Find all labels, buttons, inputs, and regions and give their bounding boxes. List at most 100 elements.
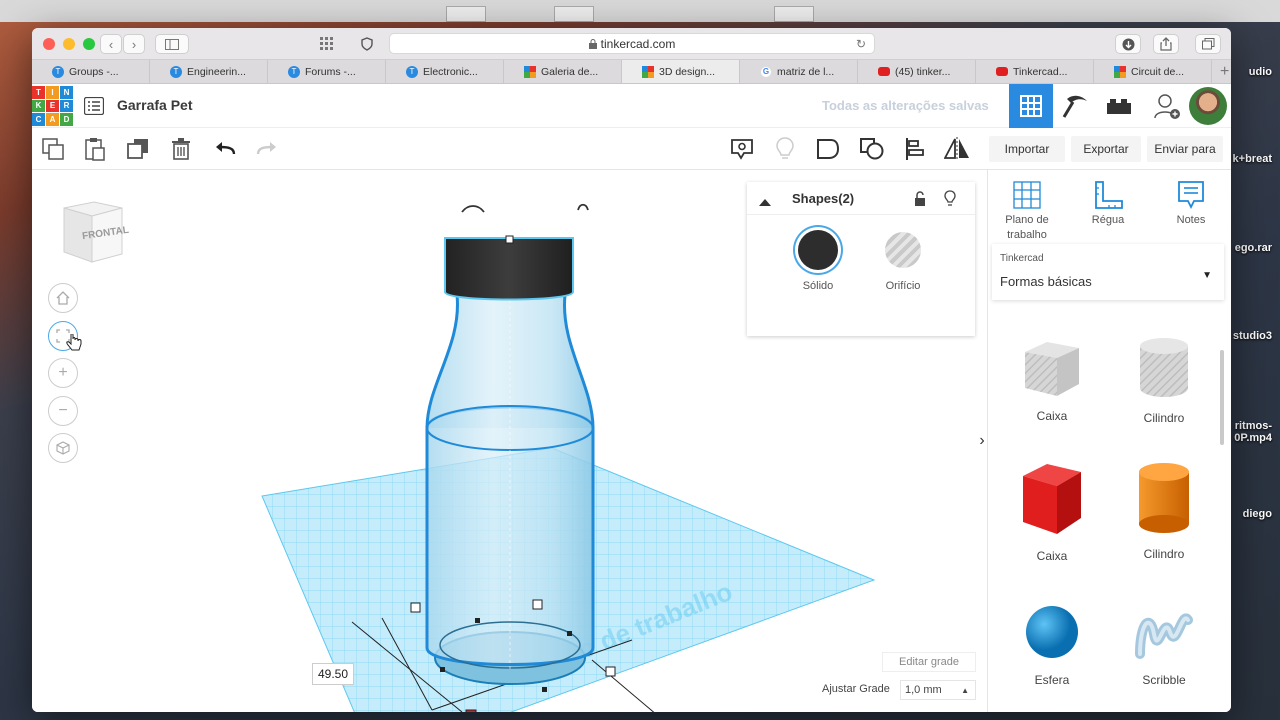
shape-scribble[interactable]: Scribble	[1114, 604, 1214, 687]
grid-icon	[524, 65, 536, 78]
desktop-file-label[interactable]: udio	[1249, 66, 1272, 78]
solid-swatch[interactable]	[798, 230, 838, 270]
tab-label: 3D design...	[659, 65, 716, 78]
bricks-view-button[interactable]	[1097, 84, 1141, 128]
close-window-button[interactable]	[43, 38, 55, 50]
desktop-file-label[interactable]: ritmos- 0P.mp4	[1234, 420, 1272, 444]
address-bar[interactable]: tinkercad.com ↻	[389, 33, 875, 54]
undo-button[interactable]	[212, 136, 238, 162]
browser-tab[interactable]: Galeria de...	[504, 60, 622, 83]
group-button[interactable]	[815, 136, 841, 162]
edit-grid-button[interactable]: Editar grade	[882, 652, 976, 672]
home-view-button[interactable]	[48, 283, 78, 313]
corner-height-handle[interactable]	[465, 709, 477, 712]
browser-titlebar: ‹ › tinkercad.com ↻	[32, 28, 1231, 59]
browser-tab[interactable]: T Forums -...	[268, 60, 386, 83]
downloads-button[interactable]	[1115, 34, 1141, 54]
send-to-button[interactable]: Enviar para	[1147, 136, 1223, 162]
notes-tool-button[interactable]	[729, 136, 755, 162]
align-button[interactable]	[902, 136, 928, 162]
desktop-file-label[interactable]: studio3	[1233, 330, 1272, 342]
rotate-handle-icon[interactable]	[577, 203, 589, 211]
minimize-window-button[interactable]	[63, 38, 75, 50]
grid-icon	[642, 65, 654, 78]
hole-swatch[interactable]	[885, 232, 921, 268]
show-hide-button[interactable]	[772, 136, 798, 162]
caret-down-icon: ▼	[1202, 270, 1212, 281]
download-icon	[1122, 38, 1134, 50]
duplicate-button[interactable]	[125, 136, 151, 162]
forward-button[interactable]: ›	[123, 34, 145, 54]
3d-viewport[interactable]: Plano de trabalho FRONTAL + − Shapes(2) …	[32, 170, 988, 712]
browser-tab[interactable]: (45) tinker...	[858, 60, 976, 83]
hide-shape-button[interactable]	[944, 190, 956, 212]
zoom-window-button[interactable]	[83, 38, 95, 50]
shape-box-hole[interactable]: Caixa	[1002, 338, 1102, 423]
desktop-file-label[interactable]: diego	[1243, 508, 1272, 520]
tinkercad-logo[interactable]: T I N K E R C A D	[32, 86, 73, 126]
shape-label: Caixa	[1036, 549, 1068, 563]
browser-tab[interactable]: T Electronic...	[386, 60, 504, 83]
privacy-shield-button[interactable]	[354, 34, 380, 54]
bottle-model[interactable]	[425, 237, 595, 685]
browser-tab[interactable]: Tinkercad...	[976, 60, 1094, 83]
redo-button[interactable]	[254, 136, 280, 162]
home-icon	[56, 291, 70, 305]
share-button[interactable]	[1153, 34, 1179, 54]
library-selector[interactable]: Tinkercad Formas básicas ▼	[992, 244, 1224, 300]
paste-button[interactable]	[82, 136, 108, 162]
shape-cylinder[interactable]: Cilindro	[1114, 462, 1214, 561]
design-title[interactable]: Garrafa Pet	[117, 97, 192, 113]
zoom-in-button[interactable]: +	[48, 358, 78, 388]
shape-cylinder-hole[interactable]: Cilindro	[1114, 338, 1214, 425]
browser-tab[interactable]: Gmatriz de l...	[740, 60, 858, 83]
pickaxe-icon	[1062, 95, 1087, 118]
3d-design-view-button[interactable]	[1009, 84, 1053, 128]
lightbulb-icon	[776, 137, 794, 159]
hole-option[interactable]: Orifício	[863, 230, 943, 292]
mirror-button[interactable]	[944, 136, 970, 162]
browser-tab-active[interactable]: 3D design...	[622, 60, 740, 83]
zoom-out-button[interactable]: −	[48, 396, 78, 426]
shape-label: Scribble	[1142, 673, 1186, 687]
tabs-overview-button[interactable]	[1195, 34, 1221, 54]
copy-button[interactable]	[40, 136, 66, 162]
lock-shape-button[interactable]	[914, 191, 926, 212]
app-header: T I N K E R C A D Garrafa Pet Todas as a…	[32, 84, 1231, 128]
snap-grid-select[interactable]: 1,0 mm ▲	[900, 680, 976, 700]
grid-apps-button[interactable]	[310, 34, 344, 54]
desktop-file-label[interactable]: ego.rar	[1235, 242, 1272, 254]
user-avatar[interactable]	[1189, 87, 1227, 125]
solid-option[interactable]: Sólido	[778, 230, 858, 292]
lock-icon	[588, 38, 597, 49]
back-button[interactable]: ‹	[100, 34, 122, 54]
cylinder-orange-icon	[1139, 463, 1189, 533]
invite-user-button[interactable]	[1145, 84, 1189, 128]
logo-cell: I	[46, 86, 59, 99]
workplane-tool[interactable]: Plano de trabalho	[990, 180, 1064, 243]
design-menu-button[interactable]	[83, 96, 105, 120]
ruler-tool[interactable]: Régua	[1071, 180, 1145, 228]
dimension-value-field[interactable]: 49.50	[312, 663, 354, 685]
library-scrollbar[interactable]	[1220, 350, 1224, 445]
import-button[interactable]: Importar	[989, 136, 1065, 162]
desktop-file-label[interactable]: k+breat	[1233, 153, 1272, 165]
shape-sphere[interactable]: Esfera	[1002, 604, 1102, 687]
new-tab-button[interactable]: +	[1212, 60, 1231, 83]
shape-box[interactable]: Caixa	[1002, 460, 1102, 563]
ungroup-button[interactable]	[859, 136, 885, 162]
perspective-button[interactable]	[48, 433, 78, 463]
export-button[interactable]: Exportar	[1071, 136, 1141, 162]
browser-tab[interactable]: Circuit de...	[1094, 60, 1212, 83]
blocks-view-button[interactable]	[1053, 84, 1097, 128]
view-cube[interactable]: FRONTAL	[58, 198, 130, 263]
desktop-top-strip	[0, 0, 1280, 22]
browser-tab[interactable]: T Engineerin...	[150, 60, 268, 83]
delete-button[interactable]	[168, 136, 194, 162]
notes-tool[interactable]: Notes	[1154, 180, 1228, 228]
collapse-inspector-button[interactable]	[759, 193, 771, 211]
rotate-handle-icon[interactable]	[461, 205, 485, 213]
browser-tab[interactable]: T Groups -...	[32, 60, 150, 83]
sidebar-toggle-button[interactable]	[155, 34, 189, 54]
reload-icon[interactable]: ↻	[856, 37, 866, 51]
